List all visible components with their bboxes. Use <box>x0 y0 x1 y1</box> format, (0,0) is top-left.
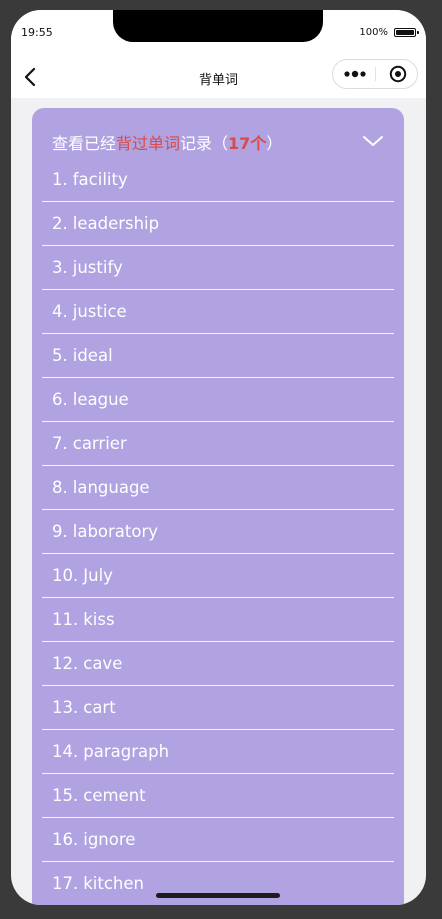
home-indicator <box>156 893 280 898</box>
panel-header[interactable]: 查看已经背过单词记录（17个） <box>52 130 282 154</box>
word-index: 8. <box>52 478 68 497</box>
word-index: 3. <box>52 258 68 277</box>
status-time: 19:55 <box>21 26 53 39</box>
word-list-item[interactable]: 5. ideal <box>42 334 394 378</box>
word-list-item[interactable]: 12. cave <box>42 642 394 686</box>
word-list-item[interactable]: 11. kiss <box>42 598 394 642</box>
word-index: 15. <box>52 786 79 805</box>
word-index: 7. <box>52 434 68 453</box>
battery-icon <box>394 28 419 37</box>
phone-frame: 19:55 100% 背单词 查看已经背过单词记录（17个） 1. facili… <box>11 10 426 905</box>
nav-bar: 背单词 <box>11 56 426 98</box>
word-text: facility <box>72 170 128 189</box>
word-index: 9. <box>52 522 68 541</box>
word-list: 1. facility 2. leadership 3. justify 4. justice… <box>42 158 394 905</box>
word-list-item[interactable]: 8. language <box>42 466 394 510</box>
word-text: ideal <box>72 346 113 365</box>
header-highlight: 背过单词 <box>116 134 181 153</box>
word-index: 16. <box>52 830 79 849</box>
word-index: 14. <box>52 742 79 761</box>
header-middle: 记录（ <box>180 134 229 153</box>
word-text: cave <box>83 654 123 673</box>
word-index: 12. <box>52 654 79 673</box>
word-text: justify <box>72 258 123 277</box>
more-dots-icon[interactable] <box>341 65 371 83</box>
word-index: 5. <box>52 346 68 365</box>
word-count-badge: 17个 <box>228 134 267 153</box>
word-index: 13. <box>52 698 79 717</box>
word-index: 17. <box>52 874 79 893</box>
word-text: cement <box>83 786 146 805</box>
word-list-item[interactable]: 9. laboratory <box>42 510 394 554</box>
word-text: justice <box>72 302 127 321</box>
chevron-down-icon[interactable] <box>362 134 384 148</box>
word-list-item[interactable]: 15. cement <box>42 774 394 818</box>
battery-percentage: 100% <box>359 27 388 38</box>
word-text: carrier <box>72 434 127 453</box>
word-text: laboratory <box>72 522 159 541</box>
word-text: ignore <box>83 830 136 849</box>
word-index: 4. <box>52 302 68 321</box>
word-text: kiss <box>83 610 115 629</box>
word-text: kitchen <box>83 874 144 893</box>
word-index: 6. <box>52 390 68 409</box>
word-text: cart <box>83 698 116 717</box>
word-index: 1. <box>52 170 68 189</box>
header-suffix: ） <box>266 134 283 153</box>
target-circle-icon[interactable] <box>389 65 407 83</box>
word-text: paragraph <box>83 742 170 761</box>
word-text: leadership <box>72 214 160 233</box>
word-list-item[interactable]: 3. justify <box>42 246 394 290</box>
learned-words-panel: 查看已经背过单词记录（17个） 1. facility 2. leadership 3.… <box>32 108 404 905</box>
capsule-divider <box>375 67 376 81</box>
word-list-item[interactable]: 6. league <box>42 378 394 422</box>
word-text: July <box>83 566 113 585</box>
word-list-item[interactable]: 7. carrier <box>42 422 394 466</box>
word-index: 11. <box>52 610 79 629</box>
word-text: league <box>72 390 129 409</box>
word-index: 2. <box>52 214 68 233</box>
header-prefix: 查看已经 <box>52 134 117 153</box>
word-list-item[interactable]: 10. July <box>42 554 394 598</box>
word-list-item[interactable]: 17. kitchen <box>42 862 394 905</box>
word-list-item[interactable]: 16. ignore <box>42 818 394 862</box>
word-list-item[interactable]: 4. justice <box>42 290 394 334</box>
word-list-item[interactable]: 13. cart <box>42 686 394 730</box>
mini-program-capsule <box>332 59 418 89</box>
word-list-item[interactable]: 2. leadership <box>42 202 394 246</box>
notch <box>113 10 323 42</box>
word-list-item[interactable]: 1. facility <box>42 158 394 202</box>
word-index: 10. <box>52 566 79 585</box>
word-list-item[interactable]: 14. paragraph <box>42 730 394 774</box>
word-text: language <box>72 478 150 497</box>
